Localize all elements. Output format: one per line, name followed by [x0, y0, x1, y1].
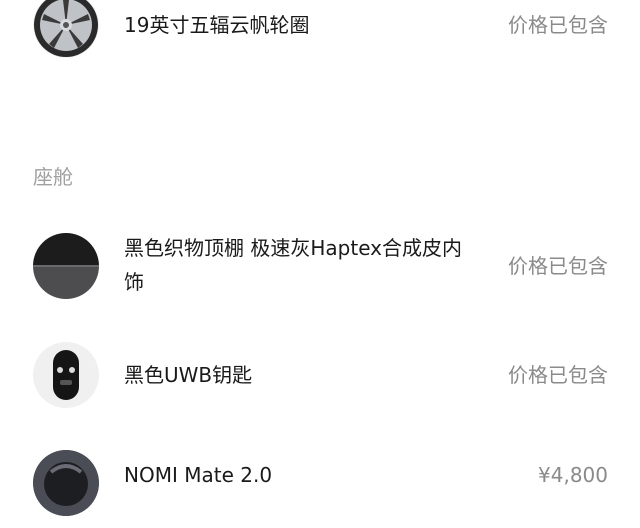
key-fob-icon: [33, 342, 99, 408]
item-price: 价格已包含: [508, 363, 608, 387]
list-item-wheel[interactable]: 19英寸五辐云帆轮圈 价格已包含: [0, 0, 640, 60]
item-name: 黑色织物顶棚 极速灰Haptex合成皮内饰: [124, 236, 462, 294]
wheel-icon: [33, 0, 99, 58]
list-item-nomi-mate[interactable]: NOMI Mate 2.0 ¥4,800: [0, 448, 640, 528]
interior-swatch-icon: [33, 233, 99, 299]
item-price: ¥4,800: [538, 463, 608, 487]
item-name: 黑色UWB钥匙: [124, 363, 253, 387]
list-item-key[interactable]: 黑色UWB钥匙 价格已包含: [0, 340, 640, 410]
item-name: NOMI Mate 2.0: [124, 463, 273, 487]
item-name: 19英寸五辐云帆轮圈: [124, 13, 310, 37]
nomi-mate-icon: [33, 450, 99, 516]
section-title-cabin: 座舱: [33, 165, 73, 189]
list-item-interior[interactable]: 黑色织物顶棚 极速灰Haptex合成皮内饰 价格已包含: [0, 225, 640, 315]
item-price: 价格已包含: [508, 13, 608, 37]
item-price: 价格已包含: [508, 254, 608, 278]
